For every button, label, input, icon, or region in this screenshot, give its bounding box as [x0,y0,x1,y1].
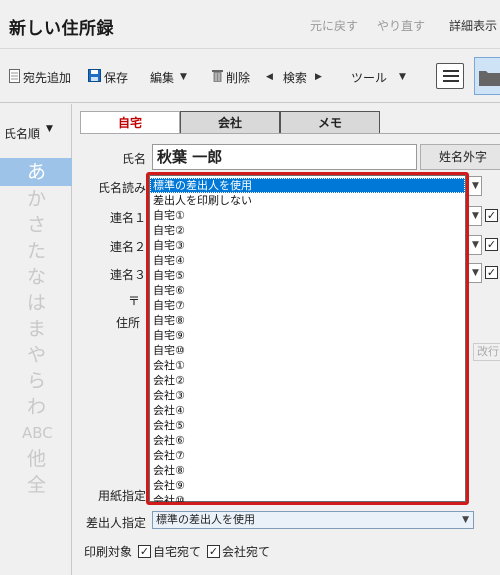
chevron-down-icon: ▼ [472,181,479,191]
sender-option[interactable]: 標準の差出人を使用 [150,178,465,193]
save-button[interactable]: 保存 [88,68,128,86]
sender-option[interactable]: 差出人を印刷しない [150,193,465,208]
folder-icon [479,71,500,86]
new-document-icon [9,68,20,86]
add-recipient-button[interactable]: 宛先追加 [9,68,71,86]
joint-name-3-checkbox[interactable]: ✓ [485,266,498,279]
window-title: 新しい住所録 [9,19,114,39]
delete-button[interactable]: 削除 [212,68,250,86]
sender-option[interactable]: 会社⑥ [150,433,465,448]
print-company-checkbox[interactable]: ✓ [207,545,221,558]
sender-option[interactable]: 自宅⑤ [150,268,465,283]
sender-option[interactable]: 自宅④ [150,253,465,268]
sender-option[interactable]: 自宅② [150,223,465,238]
index-item-ka[interactable]: か [0,186,72,212]
chevron-down-icon: ▼ [180,72,187,82]
chevron-right-icon: ▶ [314,72,322,82]
edit-label: 編集 [150,70,175,85]
joint-name-2-checkbox[interactable]: ✓ [485,238,498,251]
sender-option[interactable]: 会社⑦ [150,448,465,463]
joint-name-1-label: 連名１ [109,211,146,225]
name-reading-label: 氏名読み [97,181,146,195]
index-panel: 氏名順 ▼ あ か さ た な は ま や ら わ ABC 他 全 [0,104,72,575]
tools-label: ツール [351,70,388,85]
tab-memo[interactable]: メモ [280,111,380,133]
name-label: 氏名 [121,152,146,166]
floppy-disk-icon [88,69,101,85]
sender-option[interactable]: 会社③ [150,388,465,403]
sender-option[interactable]: 会社⑩ [150,493,465,502]
address-label: 住所 [115,316,140,330]
print-target-row: 印刷対象 ✓ 自宅宛て ✓ 会社宛て [84,543,276,560]
index-item-sa[interactable]: さ [0,212,72,238]
index-item-abc[interactable]: ABC [0,420,72,446]
index-item-all[interactable]: 全 [0,472,72,498]
sender-option[interactable]: 自宅⑧ [150,313,465,328]
print-target-label: 印刷対象 [84,545,133,559]
chevron-down-icon: ▼ [399,72,406,82]
postal-code-label: 〒 [127,294,140,308]
tab-home[interactable]: 自宅 [80,111,180,134]
search-label: 検索 [282,70,307,85]
index-item-ra[interactable]: ら [0,368,72,394]
print-home-checkbox[interactable]: ✓ [138,545,152,558]
name-gaiji-button[interactable]: 姓名外字 [420,144,500,170]
tools-menu[interactable]: ツール ▼ [351,68,406,86]
index-item-a[interactable]: あ [0,158,72,186]
delete-label: 削除 [226,70,251,85]
index-item-ta[interactable]: た [0,238,72,264]
sender-option[interactable]: 会社⑤ [150,418,465,433]
newline-button[interactable]: 改行 [473,343,500,361]
list-view-button[interactable] [436,63,464,89]
add-recipient-label: 宛先追加 [23,70,72,85]
sender-option[interactable]: 自宅⑩ [150,343,465,358]
sender-option[interactable]: 会社② [150,373,465,388]
chevron-down-icon: ▼ [472,240,479,250]
joint-name-3-label: 連名３ [109,268,146,282]
chevron-left-icon: ◀ [266,72,273,82]
tab-company[interactable]: 会社 [180,111,280,133]
index-item-ma[interactable]: ま [0,316,72,342]
chevron-down-icon: ▼ [472,268,479,278]
joint-name-1-checkbox[interactable]: ✓ [485,209,498,222]
chevron-down-icon: ▼ [472,211,479,221]
redo-button[interactable]: やり直す [377,17,425,34]
sender-option[interactable]: 会社⑨ [150,478,465,493]
index-item-wa[interactable]: わ [0,394,72,420]
index-item-na[interactable]: な [0,264,72,290]
folder-view-button[interactable] [474,57,500,95]
sender-dropdown-list: 標準の差出人を使用 差出人を印刷しない 自宅① 自宅② 自宅③ 自宅④ 自宅⑤ … [146,172,469,505]
sender-option[interactable]: 自宅① [150,208,465,223]
print-company-label: 会社宛て [222,545,271,559]
sender-option[interactable]: 自宅⑨ [150,328,465,343]
trash-icon [212,69,223,85]
sender-select-value: 標準の差出人を使用 [156,513,255,526]
sender-dropdown-options: 標準の差出人を使用 差出人を印刷しない 自宅① 自宅② 自宅③ 自宅④ 自宅⑤ … [149,175,466,502]
sender-setting-label: 差出人指定 [85,516,146,530]
chevron-down-icon: ▼ [462,515,469,525]
edit-menu[interactable]: 編集 ▼ [150,68,187,86]
index-item-other[interactable]: 他 [0,446,72,472]
undo-button[interactable]: 元に戻す [310,17,358,34]
toolbar: 宛先追加 保存 編集 ▼ 削除 ◀ 検索 ▶ ツール ▼ [0,48,500,103]
joint-name-2-label: 連名２ [109,240,146,254]
sort-order-label[interactable]: 氏名順 [4,125,40,142]
sender-option[interactable]: 会社⑧ [150,463,465,478]
sender-option[interactable]: 会社① [150,358,465,373]
sender-option[interactable]: 自宅③ [150,238,465,253]
sender-option[interactable]: 自宅⑥ [150,283,465,298]
name-input[interactable]: 秋葉 一郎 [152,144,417,170]
sender-option[interactable]: 自宅⑦ [150,298,465,313]
details-view-button[interactable]: 詳細表示 [449,17,497,34]
title-bar: 新しい住所録 元に戻す やり直す 詳細表示 [0,0,500,48]
sender-select[interactable]: 標準の差出人を使用 ▼ [152,511,474,529]
index-item-ha[interactable]: は [0,290,72,316]
paper-setting-label: 用紙指定 [97,489,146,503]
sender-option[interactable]: 会社④ [150,403,465,418]
save-label: 保存 [104,70,129,85]
chevron-down-icon[interactable]: ▼ [46,124,53,134]
print-home-label: 自宅宛て [153,545,202,559]
index-item-ya[interactable]: や [0,342,72,368]
search-menu[interactable]: ◀ 検索 ▶ [266,68,322,86]
